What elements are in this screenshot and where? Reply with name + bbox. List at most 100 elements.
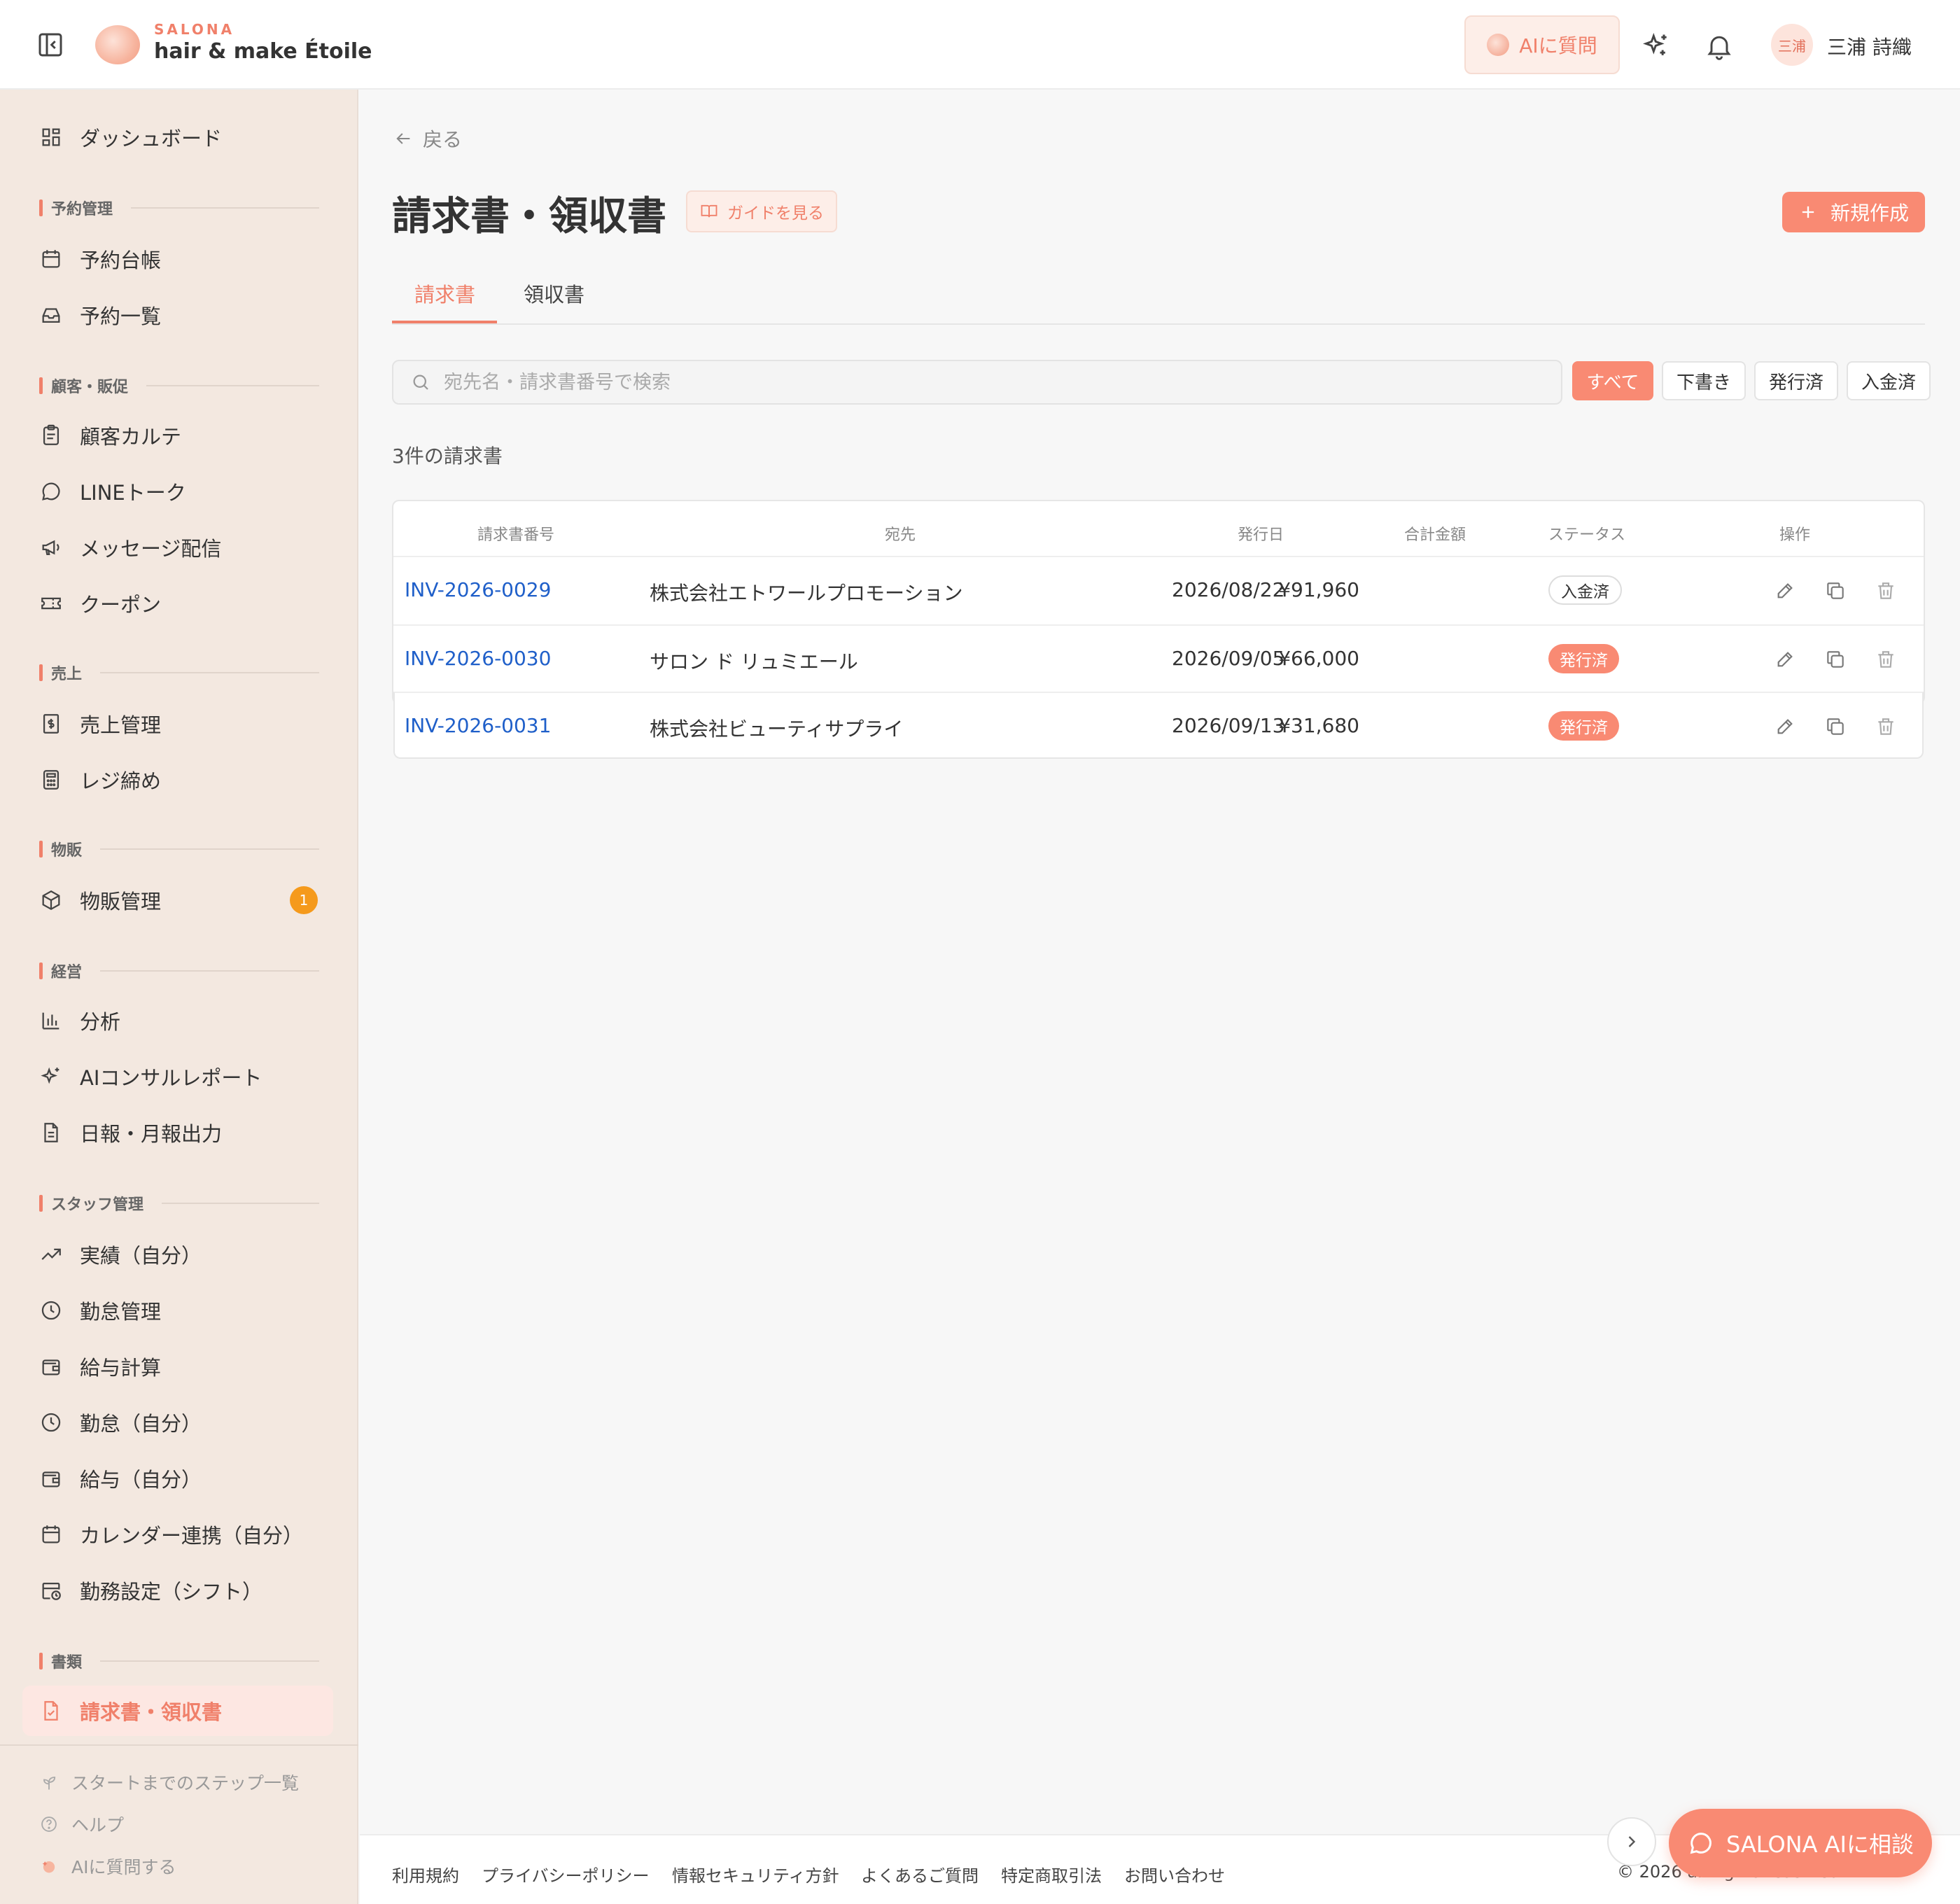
ai-ask-button[interactable]: AIに質問 [1464, 15, 1620, 74]
footer-link-faq[interactable]: よくあるご質問 [861, 1862, 979, 1886]
sidebar-item-performance-self[interactable]: 実績（自分） [22, 1229, 333, 1280]
footer-link-contact[interactable]: お問い合わせ [1124, 1862, 1225, 1886]
tab-invoice[interactable]: 請求書 [414, 279, 475, 318]
package-icon [42, 890, 60, 911]
calculator-icon [43, 770, 59, 790]
trash-icon[interactable] [1875, 580, 1897, 602]
sidebar-item-attendance-self[interactable]: 勤怠（自分） [22, 1397, 333, 1448]
search-input[interactable] [444, 371, 1494, 393]
sidebar-item-analysis[interactable]: 分析 [22, 995, 333, 1046]
bar-chart-icon [42, 1012, 59, 1030]
sidebar-item-customer-chart[interactable]: 顧客カルテ [22, 410, 333, 461]
sidebar-item-register-close[interactable]: レジ締め [22, 755, 333, 805]
salona-ai-chat-button[interactable]: SALONA AIに相談 [1669, 1809, 1932, 1877]
section-staff: スタッフ管理 [39, 1193, 319, 1214]
ticket-icon [41, 597, 61, 610]
sidebar-item-label: 勤怠管理 [80, 1300, 162, 1324]
footer-link-security[interactable]: 情報セキュリティ方針 [672, 1862, 839, 1886]
sidebar-item-payroll[interactable]: 給与計算 [22, 1341, 333, 1392]
sidebar-item-daily-monthly-report[interactable]: 日報・月報出力 [22, 1107, 333, 1158]
edit-icon[interactable] [1774, 715, 1796, 738]
table-overflow-guard [392, 771, 1925, 772]
footer-link-commerce-law[interactable]: 特定商取引法 [1001, 1862, 1102, 1886]
trash-icon[interactable] [1875, 648, 1897, 671]
sidebar-item-message-delivery[interactable]: メッセージ配信 [22, 522, 333, 573]
column-header-recipient: 宛先 [885, 526, 916, 544]
sidebar: ダッシュボード 予約管理 予約台帳 予約一覧 顧客・販促 顧客カルテ LINEト… [0, 90, 358, 1904]
sprout-icon [43, 1777, 56, 1790]
sidebar-item-attendance-management[interactable]: 勤怠管理 [22, 1285, 333, 1336]
sidebar-item-retail-management[interactable]: 物販管理 1 [22, 875, 333, 925]
sidebar-item-dashboard[interactable]: ダッシュボード [22, 112, 333, 162]
tab-receipt[interactable]: 領収書 [524, 279, 584, 318]
column-header-actions: 操作 [1779, 526, 1811, 544]
filter-issued[interactable]: 発行済 [1754, 361, 1838, 400]
footer-link-terms[interactable]: 利用規約 [392, 1862, 459, 1886]
new-invoice-button[interactable]: 新規作成 [1782, 192, 1925, 232]
sidebar-item-label: 日報・月報出力 [80, 1122, 223, 1146]
sidebar-footer-steps[interactable]: スタートまでのステップ一覧 [39, 1768, 299, 1796]
status-badge: 入金済 [1548, 575, 1622, 605]
sidebar-item-calendar-sync-self[interactable]: カレンダー連携（自分） [22, 1509, 333, 1560]
filter-all[interactable]: すべて [1572, 361, 1653, 400]
sidebar-footer-help[interactable]: ヘルプ [39, 1810, 124, 1838]
invoice-number-link[interactable]: INV-2026-0029 [405, 578, 551, 601]
search-icon [413, 374, 428, 390]
chat-bubble-icon [1690, 1833, 1712, 1854]
sidebar-item-label: カレンダー連携（自分） [80, 1524, 304, 1548]
sidebar-divider [0, 1744, 358, 1746]
grid-icon [42, 128, 60, 146]
sidebar-item-salary-self[interactable]: 給与（自分） [22, 1453, 333, 1504]
copy-icon[interactable] [1824, 715, 1847, 738]
filter-paid[interactable]: 入金済 [1847, 361, 1931, 400]
document-icon [44, 1123, 58, 1142]
sparkle-icon[interactable] [1641, 31, 1672, 62]
sidebar-item-coupon[interactable]: クーポン [22, 578, 333, 629]
calendar-icon [42, 250, 60, 268]
table-row[interactable]: INV-2026-0030 サロン ド リュミエール 2026/09/05 ¥6… [393, 624, 1924, 693]
inbox-icon [42, 308, 60, 323]
back-link[interactable]: 戻る [393, 125, 462, 153]
copy-icon[interactable] [1824, 580, 1847, 602]
filter-draft[interactable]: 下書き [1662, 361, 1746, 400]
sidebar-item-label: メッセージ配信 [80, 537, 222, 561]
guide-button[interactable]: ガイドを見る [686, 190, 837, 232]
footer-link-privacy[interactable]: プライバシーポリシー [482, 1862, 650, 1886]
collapse-chevron-button[interactable] [1607, 1817, 1656, 1866]
edit-icon[interactable] [1774, 580, 1796, 602]
copy-icon[interactable] [1824, 648, 1847, 671]
sidebar-item-invoice-receipt[interactable]: 請求書・領収書 [22, 1686, 333, 1736]
invoice-table: 請求書番号 宛先 発行日 合計金額 ステータス 操作 INV-2026-0029… [392, 500, 1925, 704]
plus-icon [1802, 206, 1814, 218]
amount-cell: ¥31,680 [1278, 714, 1359, 737]
section-management: 経営 [39, 960, 319, 981]
ai-orb-icon [42, 1861, 55, 1873]
sidebar-item-line-talk[interactable]: LINEトーク [22, 466, 333, 517]
user-avatar[interactable]: 三浦 [1771, 24, 1813, 66]
table-row[interactable]: INV-2026-0029 株式会社エトワールプロモーション 2026/08/2… [393, 556, 1924, 624]
invoice-number-link[interactable]: INV-2026-0030 [405, 647, 551, 670]
clock-icon [41, 1413, 61, 1432]
sidebar-item-ai-consult-report[interactable]: AIコンサルレポート [22, 1051, 333, 1102]
sidebar-item-sales-management[interactable]: 売上管理 [22, 699, 333, 749]
trash-icon[interactable] [1875, 715, 1897, 738]
recipient-cell: 株式会社ビューティサプライ [650, 718, 904, 741]
invoice-number-link[interactable]: INV-2026-0031 [405, 714, 551, 737]
sidebar-footer-ai-ask[interactable]: AIに質問する [39, 1852, 176, 1880]
section-reservations: 予約管理 [39, 197, 319, 218]
sidebar-item-label: 勤務設定（シフト） [80, 1580, 263, 1604]
sidebar-toggle-icon[interactable] [36, 31, 64, 59]
table-row[interactable]: INV-2026-0031 株式会社ビューティサプライ 2026/09/13 ¥… [393, 692, 1924, 759]
section-sales: 売上 [39, 662, 319, 683]
user-name[interactable]: 三浦 詩織 [1827, 32, 1912, 60]
wallet-icon [42, 1471, 60, 1488]
ai-ask-label: AIに質問 [1519, 34, 1597, 57]
bell-icon[interactable] [1704, 31, 1735, 62]
sidebar-item-reservation-book[interactable]: 予約台帳 [22, 234, 333, 284]
column-header-status: ステータス [1548, 526, 1626, 544]
edit-icon[interactable] [1774, 648, 1796, 671]
sidebar-item-work-settings-shift[interactable]: 勤務設定（シフト） [22, 1565, 333, 1616]
sidebar-item-label: 予約台帳 [80, 248, 162, 272]
sidebar-item-reservation-list[interactable]: 予約一覧 [22, 290, 333, 340]
sparkle-icon [41, 1067, 59, 1084]
